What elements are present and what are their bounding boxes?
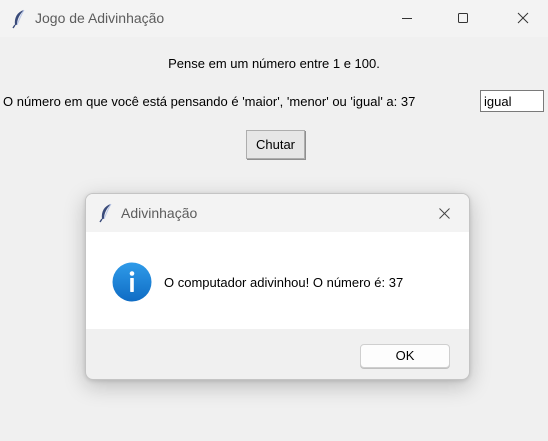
feather-icon — [11, 9, 27, 29]
dialog-body: O computador adivinhou! O número é: 37 — [86, 232, 469, 329]
minimize-icon — [402, 18, 412, 19]
maximize-icon — [458, 13, 468, 23]
ok-button[interactable]: OK — [360, 344, 450, 368]
guess-button[interactable]: Chutar — [246, 130, 305, 159]
close-icon — [439, 208, 450, 219]
maximize-button[interactable] — [440, 0, 486, 37]
info-icon — [112, 262, 152, 302]
close-button[interactable] — [500, 0, 546, 37]
minimize-button[interactable] — [384, 0, 430, 37]
dialog-title: Adivinhação — [121, 205, 198, 221]
answer-input[interactable] — [480, 90, 544, 112]
message-dialog: Adivinhação O computador adivinhou! O nú… — [85, 193, 470, 380]
close-icon — [517, 12, 529, 24]
dialog-close-button[interactable] — [427, 198, 461, 228]
question-label: O número em que você está pensando é 'ma… — [3, 94, 416, 109]
window-title: Jogo de Adivinhação — [35, 10, 165, 26]
feather-icon — [98, 203, 114, 223]
prompt-label: Pense em um número entre 1 e 100. — [168, 56, 380, 71]
window-titlebar[interactable]: Jogo de Adivinhação — [0, 0, 548, 37]
dialog-message: O computador adivinhou! O número é: 37 — [164, 275, 404, 290]
dialog-titlebar[interactable]: Adivinhação — [86, 194, 469, 232]
